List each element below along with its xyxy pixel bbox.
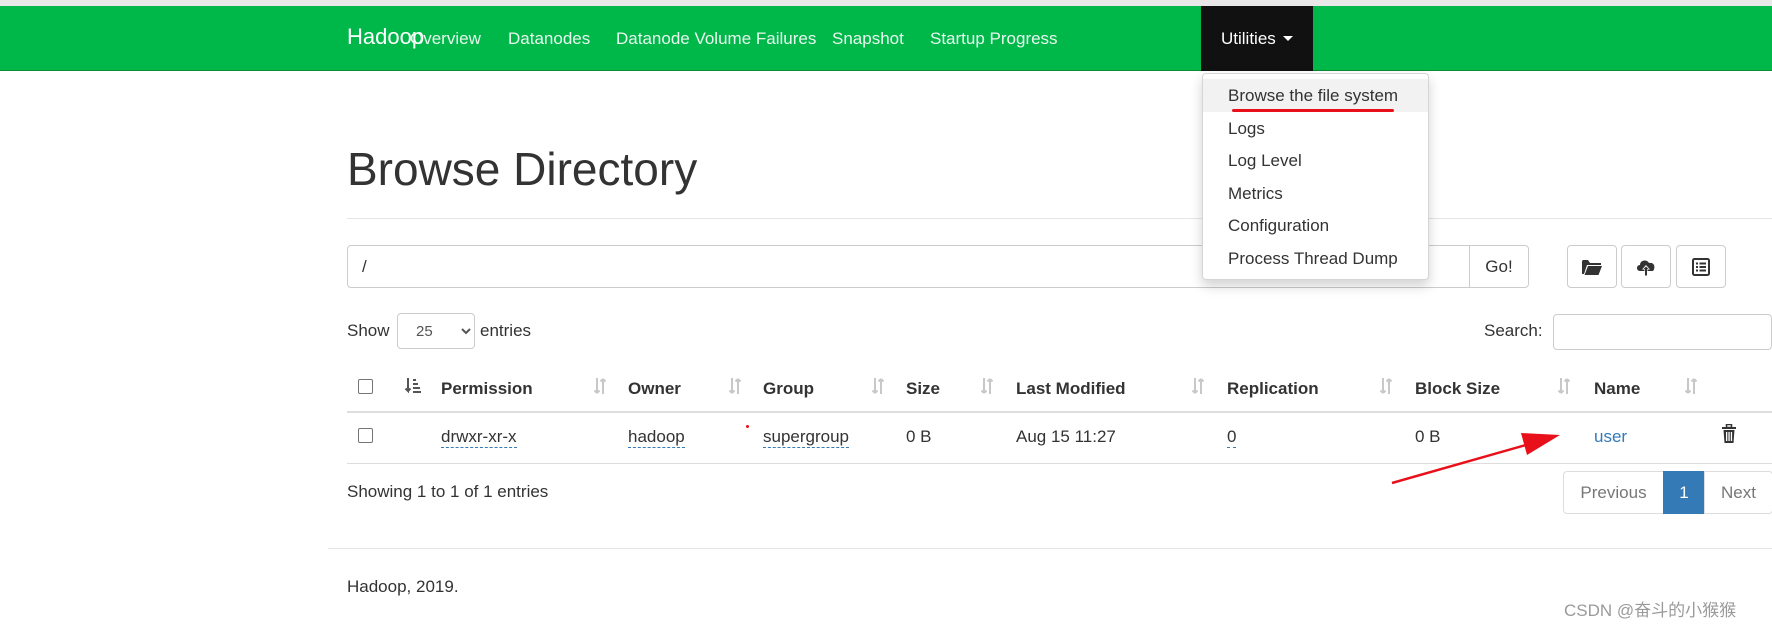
upload-files-button[interactable] bbox=[1621, 245, 1671, 288]
owner-cell[interactable]: hadoop bbox=[628, 427, 685, 448]
menu-item-log-level[interactable]: Log Level bbox=[1203, 144, 1428, 177]
list-alt-icon bbox=[1692, 257, 1710, 276]
footer-divider bbox=[328, 548, 1772, 549]
name-link[interactable]: user bbox=[1594, 427, 1627, 447]
entries-per-page-select[interactable]: 25 bbox=[397, 313, 475, 349]
nav-utilities-dropdown[interactable]: Utilities bbox=[1201, 6, 1313, 71]
menu-item-process-thread-dump[interactable]: Process Thread Dump bbox=[1203, 242, 1428, 275]
nav-utilities-label: Utilities bbox=[1221, 29, 1276, 48]
col-header-block-size[interactable]: Block Size bbox=[1415, 379, 1500, 399]
col-header-group[interactable]: Group bbox=[763, 379, 814, 399]
nav-overview[interactable]: Overview bbox=[410, 29, 481, 49]
sort-icon[interactable] bbox=[593, 376, 607, 396]
group-cell[interactable]: supergroup bbox=[763, 427, 850, 448]
block-size-cell: 0 B bbox=[1415, 427, 1441, 446]
select-all-checkbox[interactable] bbox=[358, 379, 373, 394]
sort-asc-active-icon[interactable] bbox=[404, 376, 422, 396]
menu-item-browse-file-system[interactable]: Browse the file system bbox=[1203, 79, 1428, 112]
trash-icon[interactable] bbox=[1721, 424, 1737, 444]
page-title: Browse Directory bbox=[347, 143, 698, 195]
nav-datanodes[interactable]: Datanodes bbox=[508, 29, 590, 49]
sort-icon[interactable] bbox=[728, 376, 742, 396]
sort-icon[interactable] bbox=[871, 376, 885, 396]
watermark: CSDN @奋斗的小猴猴 bbox=[1564, 601, 1737, 620]
permission-cell[interactable]: drwxr-xr-x bbox=[441, 427, 517, 448]
title-divider bbox=[347, 218, 1772, 219]
table-info: Showing 1 to 1 of 1 entries bbox=[347, 482, 549, 501]
navbar: Hadoop Overview Datanodes Datanode Volum… bbox=[0, 6, 1772, 71]
pagination-next-button[interactable]: Next bbox=[1704, 471, 1772, 514]
sort-icon[interactable] bbox=[980, 376, 994, 396]
col-header-name[interactable]: Name bbox=[1594, 379, 1640, 399]
col-header-owner[interactable]: Owner bbox=[628, 379, 681, 399]
utilities-dropdown-menu: Browse the file system Logs Log Level Me… bbox=[1202, 73, 1429, 280]
sort-icon[interactable] bbox=[1557, 376, 1571, 396]
col-header-replication[interactable]: Replication bbox=[1227, 379, 1319, 399]
show-label: Show bbox=[347, 321, 390, 340]
nav-snapshot[interactable]: Snapshot bbox=[832, 29, 904, 49]
table-row-divider bbox=[347, 463, 1772, 464]
folder-open-icon bbox=[1582, 259, 1602, 275]
col-header-size[interactable]: Size bbox=[906, 379, 940, 399]
row-checkbox[interactable] bbox=[358, 428, 373, 443]
annotation-underline bbox=[1232, 109, 1394, 112]
sort-icon[interactable] bbox=[1379, 376, 1393, 396]
pagination-previous-button[interactable]: Previous bbox=[1563, 471, 1664, 514]
search-label: Search: bbox=[1484, 321, 1543, 340]
col-header-last-modified[interactable]: Last Modified bbox=[1016, 379, 1126, 399]
pagination: Previous 1 Next bbox=[1563, 471, 1772, 514]
go-button[interactable]: Go! bbox=[1469, 245, 1529, 288]
table-header-divider bbox=[347, 411, 1772, 413]
last-modified-cell: Aug 15 11:27 bbox=[1016, 427, 1116, 446]
menu-item-metrics[interactable]: Metrics bbox=[1203, 177, 1428, 210]
table-search-input[interactable] bbox=[1553, 314, 1772, 350]
sort-icon[interactable] bbox=[1684, 376, 1698, 396]
nav-datanode-volume-failures[interactable]: Datanode Volume Failures bbox=[616, 29, 816, 49]
pagination-page-1[interactable]: 1 bbox=[1663, 471, 1705, 514]
sort-icon[interactable] bbox=[1191, 376, 1205, 396]
nav-startup-progress[interactable]: Startup Progress bbox=[930, 29, 1058, 49]
annotation-arrow bbox=[1391, 433, 1560, 485]
replication-cell[interactable]: 0 bbox=[1227, 427, 1237, 448]
caret-down-icon bbox=[1282, 36, 1293, 41]
cut-paste-button[interactable] bbox=[1676, 245, 1726, 288]
footer-text: Hadoop, 2019. bbox=[347, 577, 459, 596]
cloud-upload-icon bbox=[1637, 260, 1655, 276]
col-header-permission[interactable]: Permission bbox=[441, 379, 533, 399]
create-directory-button[interactable] bbox=[1567, 245, 1617, 288]
entries-label: entries bbox=[480, 321, 532, 340]
size-cell: 0 B bbox=[906, 427, 932, 446]
menu-item-logs[interactable]: Logs bbox=[1203, 112, 1428, 145]
menu-item-configuration[interactable]: Configuration bbox=[1203, 209, 1428, 242]
annotation-dot bbox=[746, 425, 749, 428]
